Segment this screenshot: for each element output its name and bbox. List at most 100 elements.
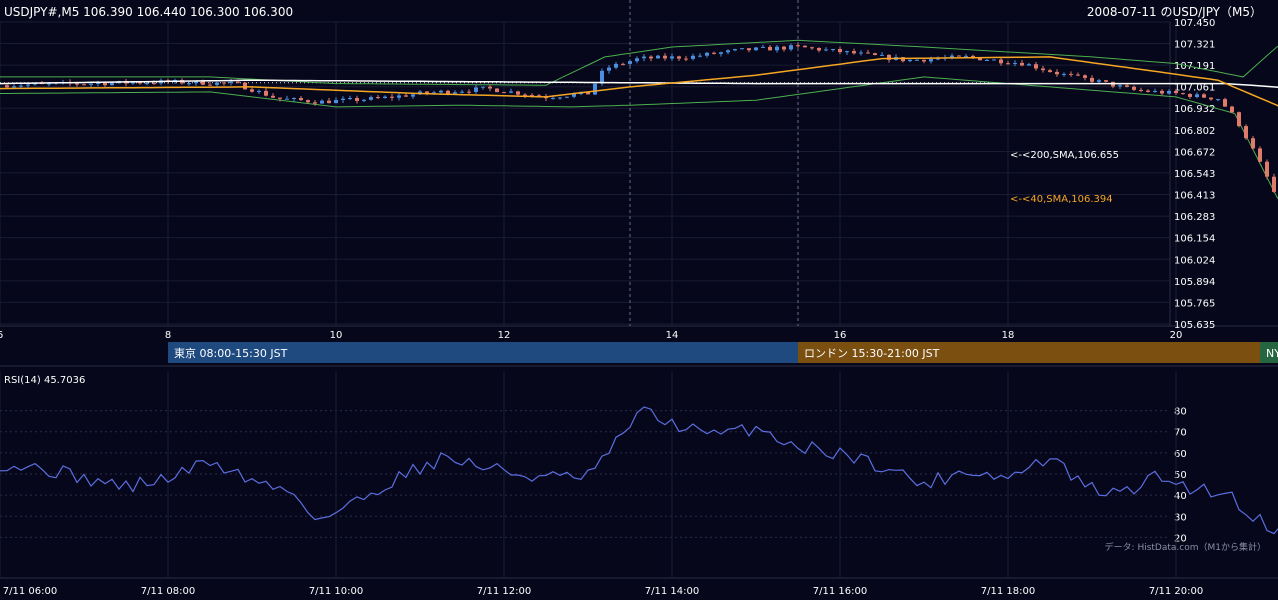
candle-body: [1272, 176, 1276, 192]
candle-body: [89, 83, 93, 85]
candle-body: [1132, 86, 1136, 90]
candle-body: [1258, 148, 1262, 162]
candle-body: [593, 83, 597, 95]
candle-body: [775, 46, 779, 51]
candle-body: [985, 60, 989, 61]
session-label: ロンドン 15:30-21:00 JST: [804, 347, 940, 360]
candle-body: [152, 83, 156, 85]
candle-body: [1202, 94, 1206, 98]
time-tick-label: 20: [1170, 330, 1183, 341]
candle-body: [607, 67, 611, 71]
candle-body: [467, 91, 471, 93]
candle-body: [1230, 106, 1234, 113]
candle-body: [1153, 90, 1157, 92]
candle-body: [551, 97, 555, 99]
candle-body: [614, 63, 618, 68]
session-bar: 東京 08:00-15:30 JST ロンドン 15:30-21:00 JST NY…: [168, 342, 1278, 363]
price-tick-label: 107.450: [1174, 18, 1215, 29]
candle-body: [873, 53, 877, 55]
candle-body: [355, 98, 359, 101]
candle-body: [782, 46, 786, 50]
candle-body: [726, 50, 730, 53]
candle-body: [516, 91, 520, 95]
candle-body: [1160, 90, 1164, 94]
candle-body: [348, 98, 352, 99]
rsi-time-tick-label: 7/11 20:00: [1149, 586, 1203, 597]
rsi-label: RSI(14) 45.7036: [4, 375, 85, 386]
session-label: NY 21:00-06:00 JST: [1266, 347, 1278, 360]
candle-body: [306, 100, 310, 103]
rsi-time-tick-label: 7/11 12:00: [477, 586, 531, 597]
candle-body: [26, 84, 30, 86]
candle-body: [1076, 74, 1080, 76]
candle-body: [1055, 71, 1059, 75]
chart-title: 2008-07-11 のUSD/JPY（M5）: [1087, 5, 1262, 19]
price-tick-label: 106.672: [1174, 147, 1215, 158]
candle-body: [565, 96, 569, 98]
candle-body: [376, 97, 380, 99]
candle-body: [1006, 63, 1010, 65]
candle-body: [299, 98, 303, 101]
candle-body: [446, 90, 450, 94]
candle-body: [768, 46, 772, 51]
candle-body: [369, 97, 373, 100]
sma40-label: <-<40,SMA,106.394: [1010, 194, 1113, 205]
price-tick-label: 107.321: [1174, 39, 1215, 50]
price-tick-label: 106.802: [1174, 126, 1215, 137]
candle-body: [740, 48, 744, 50]
candle-body: [5, 85, 9, 88]
time-tick-label: 12: [498, 330, 511, 341]
candle-body: [698, 55, 702, 57]
candle-body: [390, 96, 394, 98]
candle-body: [460, 91, 464, 93]
candle-body: [271, 95, 275, 98]
candle-body: [1244, 126, 1248, 139]
candle-body: [845, 51, 849, 53]
candle-body: [957, 55, 961, 57]
candle-body: [999, 59, 1003, 64]
candle-body: [754, 47, 758, 51]
candle-body: [1195, 94, 1199, 97]
candle-body: [362, 99, 366, 101]
sma200-label: <-<200,SMA,106.655: [1010, 150, 1119, 161]
candle-body: [208, 84, 212, 86]
candle-body: [481, 86, 485, 88]
candle-body: [474, 87, 478, 92]
candle-body: [110, 83, 114, 86]
candle-body: [1251, 138, 1255, 149]
candle-body: [691, 55, 695, 59]
candle-body: [852, 51, 856, 54]
candle-body: [628, 61, 632, 64]
candle-body: [334, 100, 338, 104]
candle-body: [488, 86, 492, 89]
candle-body: [1041, 68, 1045, 71]
candle-body: [1181, 93, 1185, 95]
candle-body: [684, 58, 688, 60]
price-tick-label: 105.765: [1174, 298, 1215, 309]
candle-body: [236, 81, 240, 83]
candle-body: [964, 55, 968, 57]
candle-body: [789, 45, 793, 50]
candle-body: [1118, 85, 1122, 87]
candle-body: [656, 55, 660, 59]
candle-body: [264, 90, 268, 96]
candle-body: [1265, 161, 1269, 177]
candle-body: [411, 94, 415, 97]
candle-body: [796, 45, 800, 47]
candle-body: [1027, 64, 1031, 66]
candle-body: [1174, 91, 1178, 94]
candle-body: [75, 83, 79, 85]
time-tick-label: 16: [834, 330, 847, 341]
rsi-time-tick-label: 7/11 18:00: [981, 586, 1035, 597]
candle-body: [677, 56, 681, 59]
candle-body: [229, 81, 233, 83]
candle-body: [1188, 94, 1192, 97]
candle-body: [96, 83, 100, 84]
candle-body: [1090, 77, 1094, 82]
candle-body: [649, 56, 653, 59]
candle-body: [502, 92, 506, 94]
candle-body: [341, 98, 345, 100]
candle-body: [439, 90, 443, 93]
candle-body: [453, 92, 457, 94]
data-source-note: データ: HistData.com（M1から集計）: [1105, 541, 1266, 553]
